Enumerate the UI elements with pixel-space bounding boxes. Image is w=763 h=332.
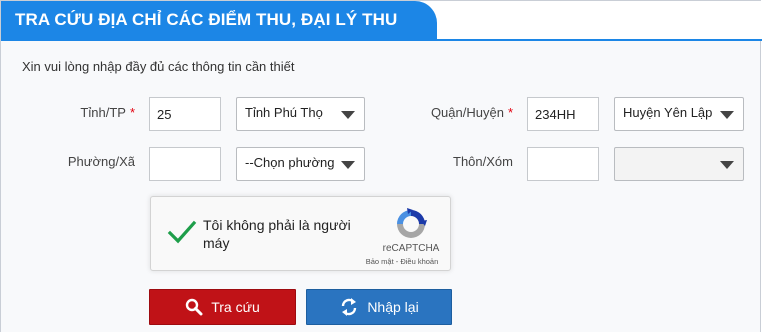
ward-select-value: --Chọn phường/ (245, 155, 334, 170)
required-mark: * (507, 105, 513, 120)
district-select[interactable]: Huyện Yên Lập (614, 97, 744, 131)
recaptcha-links[interactable]: Bảo mật - Điều khoản (355, 257, 449, 266)
reset-button-label: Nhập lại (367, 299, 419, 315)
district-code-input[interactable] (527, 97, 599, 131)
province-label: Tỉnh/TP * (41, 105, 135, 120)
district-select-value: Huyện Yên Lập (623, 105, 713, 120)
refresh-icon (342, 298, 357, 316)
hamlet-code-input[interactable] (527, 147, 599, 181)
hamlet-label: Thôn/Xóm (453, 154, 513, 169)
reset-button[interactable]: Nhập lại (306, 289, 452, 325)
search-button[interactable]: Tra cứu (149, 289, 296, 325)
province-code-input[interactable] (149, 97, 221, 131)
search-button-label: Tra cứu (211, 299, 260, 315)
checkmark-icon[interactable] (167, 219, 197, 245)
ward-select[interactable]: --Chọn phường/ (236, 147, 365, 181)
recaptcha-widget[interactable]: Tôi không phải là người máy reCAPTCHA Bả… (150, 196, 451, 271)
ward-code-input[interactable] (149, 147, 221, 181)
province-select-value: Tỉnh Phú Thọ (245, 105, 323, 120)
recaptcha-label: Tôi không phải là người máy (203, 217, 351, 251)
form-instruction: Xin vui lòng nhập đầy đủ các thông tin c… (22, 59, 295, 74)
province-label-text: Tỉnh/TP (80, 105, 126, 120)
chevron-down-icon (341, 111, 355, 119)
search-icon (186, 298, 203, 316)
recaptcha-logo-icon (397, 208, 427, 238)
lookup-panel: TRA CỨU ĐỊA CHỈ CÁC ĐIỂM THU, ĐẠI LÝ THU… (0, 0, 762, 332)
required-mark: * (129, 105, 135, 120)
district-label: Quận/Huyện * (399, 105, 513, 120)
chevron-down-icon (720, 161, 734, 169)
hamlet-select[interactable] (614, 147, 744, 181)
recaptcha-brand: reCAPTCHA (382, 243, 440, 254)
chevron-down-icon (341, 161, 355, 169)
panel-header: TRA CỨU ĐỊA CHỈ CÁC ĐIỂM THU, ĐẠI LÝ THU (1, 1, 762, 41)
district-label-text: Quận/Huyện (430, 105, 504, 120)
province-select[interactable]: Tỉnh Phú Thọ (236, 97, 365, 131)
ward-label: Phường/Xã (67, 154, 135, 169)
page-title: TRA CỨU ĐỊA CHỈ CÁC ĐIỂM THU, ĐẠI LÝ THU (1, 1, 437, 39)
chevron-down-icon (720, 111, 734, 119)
